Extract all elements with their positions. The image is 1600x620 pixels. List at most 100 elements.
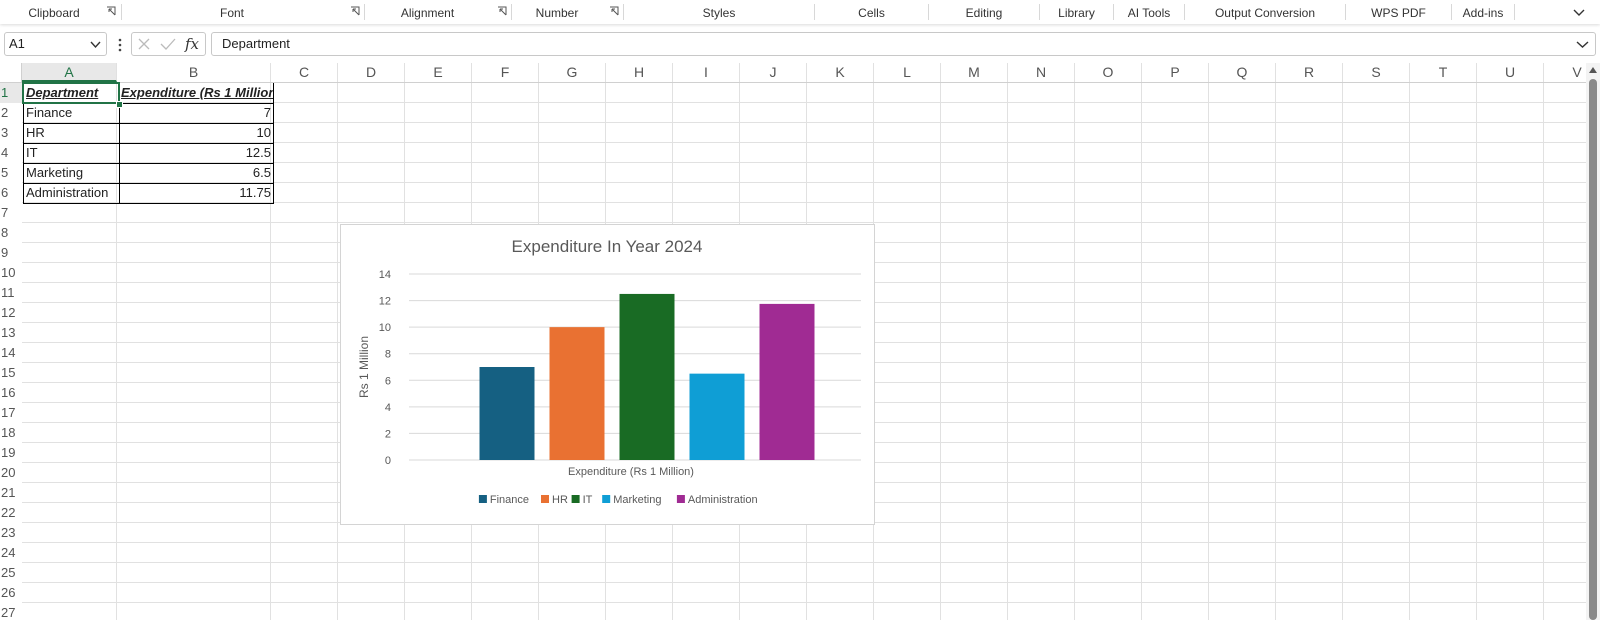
- column-header-g[interactable]: G: [539, 63, 606, 82]
- ribbon-group-font[interactable]: Font: [122, 0, 342, 24]
- legend-label-finance[interactable]: Finance: [490, 494, 529, 506]
- ribbon-separator: [1514, 4, 1515, 20]
- ribbon-group-cells[interactable]: Cells: [815, 0, 928, 24]
- column-header-n[interactable]: N: [1008, 63, 1075, 82]
- chart-bar-marketing[interactable]: [689, 373, 745, 460]
- row-header-11[interactable]: 11: [0, 283, 22, 303]
- row-header-8[interactable]: 8: [0, 223, 22, 243]
- row-header-23[interactable]: 23: [0, 523, 22, 543]
- vertical-scrollbar[interactable]: [1586, 63, 1600, 620]
- column-header-u[interactable]: U: [1477, 63, 1544, 82]
- column-header-v[interactable]: V: [1544, 63, 1586, 82]
- collapse-ribbon-chevron-icon[interactable]: [1572, 5, 1586, 19]
- chart-y-tick-label: 2: [385, 428, 391, 440]
- row-header-26[interactable]: 26: [0, 583, 22, 603]
- name-box[interactable]: A1: [4, 32, 107, 56]
- column-header-i[interactable]: I: [673, 63, 740, 82]
- row-header-21[interactable]: 21: [0, 483, 22, 503]
- svg-text:fx: fx: [184, 35, 200, 53]
- scrollbar-thumb[interactable]: [1589, 79, 1597, 620]
- legend-label-it[interactable]: IT: [583, 494, 593, 506]
- column-header-r[interactable]: R: [1276, 63, 1343, 82]
- chart-bar-hr[interactable]: [549, 327, 605, 460]
- column-header-o[interactable]: O: [1075, 63, 1142, 82]
- chart-canvas: Expenditure In Year 2024 Rs 1 Million Ex…: [357, 237, 861, 506]
- ribbon-group-library[interactable]: Library: [1040, 0, 1113, 24]
- ribbon-group-number[interactable]: Number: [512, 0, 602, 24]
- ribbon-group-alignment[interactable]: Alignment: [365, 0, 490, 24]
- column-header-h[interactable]: H: [606, 63, 673, 82]
- chart-y-ticks: 0 2 4 6 8 10 12 14: [379, 269, 391, 467]
- formula-value: Department: [222, 36, 290, 51]
- more-options-icon[interactable]: [117, 38, 123, 52]
- column-header-f[interactable]: F: [472, 63, 539, 82]
- row-header-9[interactable]: 9: [0, 243, 22, 263]
- ribbon-group-output-conversion[interactable]: Output Conversion: [1185, 0, 1345, 24]
- dialog-launcher-icon[interactable]: [497, 6, 507, 16]
- row-header-25[interactable]: 25: [0, 563, 22, 583]
- column-header-s[interactable]: S: [1343, 63, 1410, 82]
- chart-y-axis-label[interactable]: Rs 1 Million: [357, 336, 371, 398]
- scroll-up-arrow-icon[interactable]: [1588, 66, 1598, 74]
- ribbon-group-editing[interactable]: Editing: [929, 0, 1039, 24]
- chart-legend[interactable]: Finance HR IT Marketing Administration: [478, 494, 758, 506]
- chart-bar-it[interactable]: [619, 293, 675, 460]
- row-header-18[interactable]: 18: [0, 423, 22, 443]
- legend-swatch-marketing: [602, 495, 611, 503]
- dialog-launcher-icon[interactable]: [609, 6, 619, 16]
- worksheet-grid[interactable]: ABCDEFGHIJKLMNOPQRSTUV 1 2 3 4 5 6 7 8 9 10 11 12 13…: [0, 63, 1586, 620]
- fill-handle[interactable]: [116, 101, 123, 108]
- row-header-20[interactable]: 20: [0, 463, 22, 483]
- legend-label-hr[interactable]: HR: [552, 494, 568, 506]
- chart-bar-administration[interactable]: [759, 303, 815, 460]
- chart-title[interactable]: Expenditure In Year 2024: [512, 237, 703, 256]
- cancel-x-icon[interactable]: [137, 37, 151, 51]
- row-header-22[interactable]: 22: [0, 503, 22, 523]
- row-header-13[interactable]: 13: [0, 323, 22, 343]
- legend-label-marketing[interactable]: Marketing: [613, 494, 661, 506]
- column-header-l[interactable]: L: [874, 63, 941, 82]
- row-header-10[interactable]: 10: [0, 263, 22, 283]
- row-header-24[interactable]: 24: [0, 543, 22, 563]
- row-header-12[interactable]: 12: [0, 303, 22, 323]
- active-cell-selection[interactable]: [22, 82, 120, 104]
- ribbon-group-wps-pdf[interactable]: WPS PDF: [1346, 0, 1451, 24]
- formula-input[interactable]: Department: [211, 32, 1596, 56]
- row-header-14[interactable]: 14: [0, 343, 22, 363]
- column-header-j[interactable]: J: [740, 63, 807, 82]
- confirm-check-icon[interactable]: [160, 37, 176, 51]
- bar-chart[interactable]: Expenditure In Year 2024 Rs 1 Million Ex…: [340, 224, 875, 525]
- column-header-p[interactable]: P: [1142, 63, 1209, 82]
- column-header-k[interactable]: K: [807, 63, 874, 82]
- chart-bar-finance[interactable]: [479, 367, 535, 460]
- column-header-d[interactable]: D: [338, 63, 405, 82]
- chart-x-axis-label[interactable]: Expenditure (Rs 1 Million): [568, 466, 694, 478]
- column-header-q[interactable]: Q: [1209, 63, 1276, 82]
- ribbon-group-styles[interactable]: Styles: [624, 0, 814, 24]
- formula-bar: A1 fx Department: [0, 32, 1600, 58]
- legend-swatch-finance: [478, 495, 487, 503]
- legend-swatch-hr: [541, 495, 549, 503]
- column-header-m[interactable]: M: [941, 63, 1008, 82]
- chart-y-tick-label: 8: [385, 349, 391, 361]
- legend-swatch-it: [571, 495, 580, 503]
- row-header-17[interactable]: 17: [0, 403, 22, 423]
- ribbon-group-add-ins[interactable]: Add-ins: [1452, 0, 1514, 24]
- column-header-t[interactable]: T: [1410, 63, 1477, 82]
- chevron-down-icon[interactable]: [90, 39, 101, 50]
- row-header-27[interactable]: 27: [0, 603, 22, 620]
- dialog-launcher-icon[interactable]: [106, 6, 116, 16]
- ribbon-group-ai-tools[interactable]: AI Tools: [1114, 0, 1184, 24]
- row-header-16[interactable]: 16: [0, 383, 22, 403]
- row-header-15[interactable]: 15: [0, 363, 22, 383]
- chart-y-tick-label: 12: [379, 296, 391, 308]
- insert-function-fx-icon[interactable]: fx: [184, 35, 202, 53]
- expand-formula-chevron-icon[interactable]: [1576, 39, 1589, 50]
- row-header-19[interactable]: 19: [0, 443, 22, 463]
- dialog-launcher-icon[interactable]: [350, 6, 360, 16]
- column-header-e[interactable]: E: [405, 63, 472, 82]
- ribbon-group-clipboard[interactable]: Clipboard: [0, 0, 108, 24]
- chart-bars: [479, 293, 815, 460]
- legend-label-administration[interactable]: Administration: [688, 494, 758, 506]
- chart-y-tick-label: 6: [385, 375, 391, 387]
